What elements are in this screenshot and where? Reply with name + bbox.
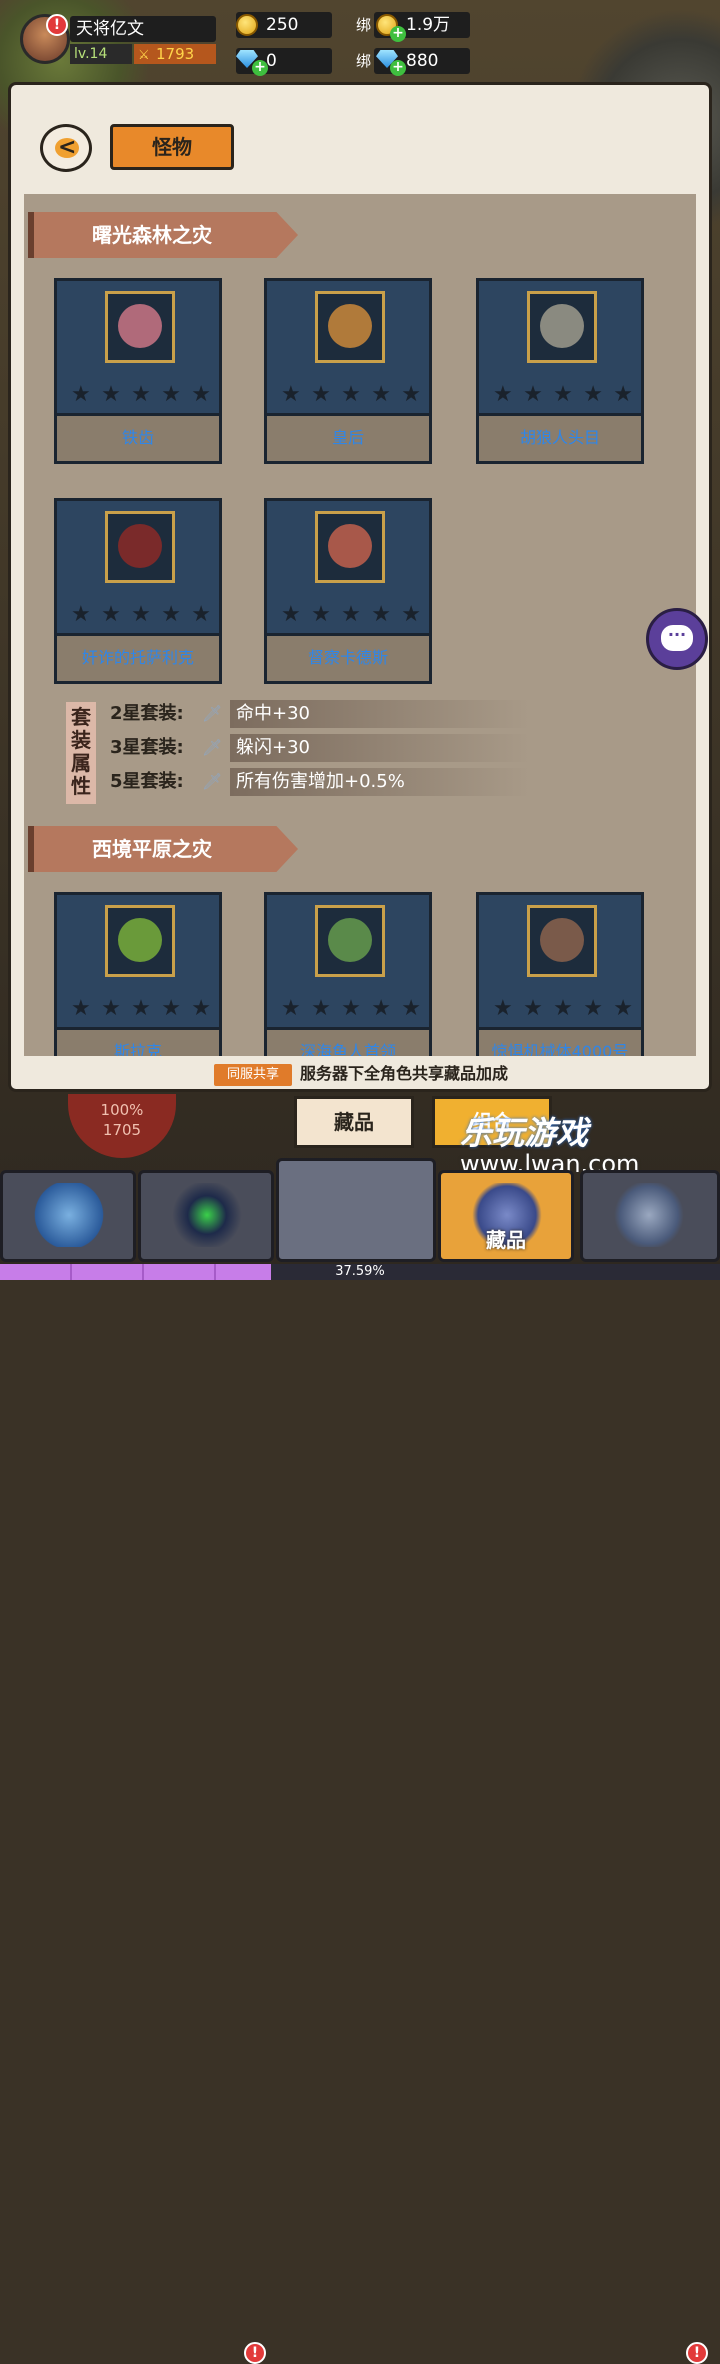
monster-name: 深海鱼人首领 (264, 1030, 432, 1056)
nav-crystal[interactable] (0, 1170, 136, 1262)
monster-name: 铁齿 (54, 416, 222, 464)
star-rating: ★ ★ ★ ★ ★ (281, 996, 421, 1021)
set-bonus-row: 3星套装: 🗡 躲闪+30 (110, 734, 530, 762)
monster-card[interactable]: ★ ★ ★ ★ ★ 斯拉克 (54, 892, 222, 1056)
avatar-alert-badge: ! (46, 14, 68, 36)
monster-portrait (527, 905, 597, 977)
monster-name: 胡狼人头目 (476, 416, 644, 464)
monster-card[interactable]: ★ ★ ★ ★ ★ 奸诈的托萨利克 (54, 498, 222, 684)
monster-card[interactable]: ★ ★ ★ ★ ★ 胡狼人头目 (476, 278, 644, 464)
star-rating: ★ ★ ★ ★ ★ (71, 602, 211, 627)
share-text: 服务器下全角色共享藏品加成 (300, 1064, 509, 1083)
set-effect: 命中+30 (230, 700, 530, 728)
star-rating: ★ ★ ★ ★ ★ (493, 382, 633, 407)
combat-power: ⚔ 1793 (134, 44, 216, 64)
monster-name: 斯拉克 (54, 1030, 222, 1056)
monster-portrait (315, 291, 385, 363)
hooded-mage-icon (171, 1183, 243, 1247)
crossed-swords-skull-icon (323, 1171, 395, 1235)
player-name: 天将亿文 (70, 16, 216, 42)
section-title: 西境平原之灾 (28, 826, 298, 872)
set-bonus-row: 2星套装: 🗡 命中+30 (110, 700, 530, 728)
experience-progress-bar: 37.59% (0, 1264, 720, 1280)
monster-portrait (105, 291, 175, 363)
monster-list[interactable]: 曙光森林之灾 ★ ★ ★ ★ ★ 铁齿 ★ ★ ★ ★ ★ 皇后 ★ ★ ★ ★ ★ 胡狼人头目 ★ ★ ★… (24, 194, 696, 1056)
monster-card[interactable]: ★ ★ ★ ★ ★ 皇后 (264, 278, 432, 464)
crystal-rock-icon (33, 1183, 105, 1247)
monster-card[interactable]: ★ ★ ★ ★ ★ 惊惧机械体4000号 (476, 892, 644, 1056)
monster-portrait (105, 511, 175, 583)
nav-battle[interactable] (276, 1158, 436, 1262)
castle-icon (613, 1183, 685, 1247)
sword-icon: 🗡 (202, 738, 223, 757)
star-rating: ★ ★ ★ ★ ★ (281, 382, 421, 407)
set-bonus-label: 套装属性 (66, 702, 96, 804)
gold-coin-icon (236, 14, 258, 36)
monster-card[interactable]: ★ ★ ★ ★ ★ 铁齿 (54, 278, 222, 464)
bound-label: 绑 (356, 16, 372, 34)
monster-name: 奸诈的托萨利克 (54, 636, 222, 684)
chat-button[interactable]: ··· (646, 608, 708, 670)
nav-castle[interactable] (580, 1170, 720, 1262)
add-bound-gold-button[interactable]: + (390, 26, 406, 42)
monster-portrait (527, 291, 597, 363)
set-tier: 5星套装: (110, 771, 184, 792)
monster-name: 皇后 (264, 416, 432, 464)
bound-diamond-value: 880 (406, 51, 439, 71)
set-effect: 躲闪+30 (230, 734, 530, 762)
star-rating: ★ ★ ★ ★ ★ (281, 602, 421, 627)
star-rating: ★ ★ ★ ★ ★ (71, 996, 211, 1021)
set-effect: 所有伤害增加+0.5% (230, 768, 530, 796)
watermark-brand: 乐玩游戏 (460, 1114, 589, 1152)
monster-name: 惊惧机械体4000号 (476, 1030, 644, 1056)
star-rating: ★ ★ ★ ★ ★ (71, 382, 211, 407)
gold-value: 250 (266, 15, 299, 35)
set-tier: 2星套装: (110, 703, 184, 724)
add-bound-diamond-button[interactable]: + (390, 60, 406, 76)
monster-portrait (315, 511, 385, 583)
back-arrow-icon: < (58, 135, 77, 160)
section-title: 曙光森林之灾 (28, 212, 298, 258)
combat-power-value: 1793 (156, 45, 195, 63)
monster-name: 督察卡德斯 (264, 636, 432, 684)
chat-bubble-icon: ··· (661, 625, 693, 651)
monster-portrait (315, 905, 385, 977)
player-level: lv.14 (70, 44, 132, 64)
monster-card[interactable]: ★ ★ ★ ★ ★ 深海鱼人首领 (264, 892, 432, 1056)
share-info: 同服共享 服务器下全角色共享藏品加成 (210, 1062, 550, 1088)
crossed-swords-icon: ⚔ (138, 48, 150, 63)
star-rating: ★ ★ ★ ★ ★ (493, 996, 633, 1021)
tab-collection[interactable]: 藏品 (294, 1096, 414, 1148)
bound-label: 绑 (356, 52, 372, 70)
top-status-bar: ! 天将亿文 lv.14 ⚔ 1793 250 0 + 绑 1.9万 + 绑 88… (0, 0, 720, 80)
monster-portrait (105, 905, 175, 977)
sword-icon: 🗡 (202, 772, 223, 791)
completion-score: 1705 (102, 1121, 142, 1139)
bottom-nav: ! 藏品 ! (0, 1158, 720, 2364)
back-button[interactable]: < (40, 124, 92, 172)
hero-alert-badge: ! (244, 2342, 266, 2364)
sword-icon: 🗡 (202, 704, 223, 723)
completion-percent: 100% (100, 1101, 144, 1119)
set-bonus-row: 5星套装: 🗡 所有伤害增加+0.5% (110, 768, 530, 796)
share-badge: 同服共享 (214, 1064, 292, 1086)
add-diamond-button[interactable]: + (252, 60, 268, 76)
set-tier: 3星套装: (110, 737, 184, 758)
page-title: 怪物 (110, 124, 234, 170)
nav-collection[interactable]: 藏品 (438, 1170, 574, 1262)
nav-collection-label: 藏品 (486, 1228, 526, 1252)
monster-card[interactable]: ★ ★ ★ ★ ★ 督察卡德斯 (264, 498, 432, 684)
nav-hero[interactable] (138, 1170, 274, 1262)
experience-progress-label: 37.59% (335, 1264, 385, 1279)
castle-alert-badge: ! (686, 2342, 708, 2364)
bound-gold-value: 1.9万 (406, 15, 451, 35)
